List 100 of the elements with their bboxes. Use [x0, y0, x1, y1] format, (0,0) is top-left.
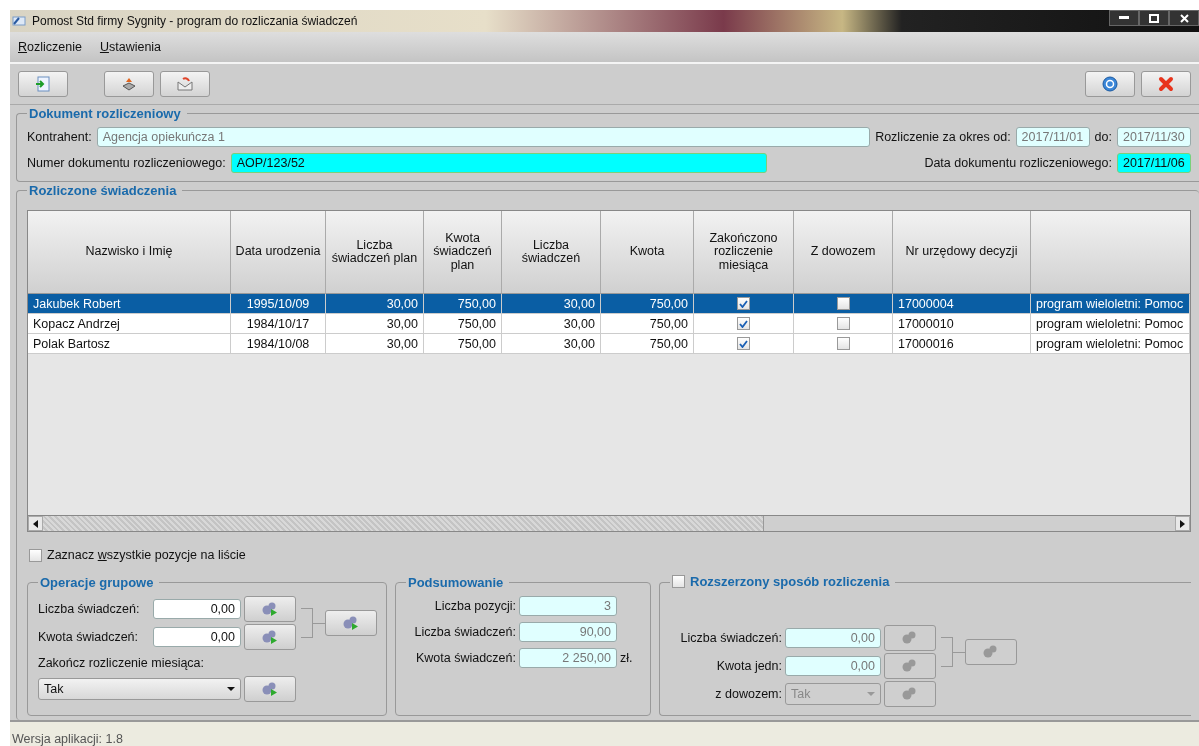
table-cell: program wieloletni: Pomoc [1031, 294, 1190, 314]
table-cell: 17000010 [893, 314, 1031, 334]
checkbox[interactable] [737, 297, 750, 310]
column-header[interactable]: Kwota świadczeń plan [424, 211, 502, 294]
summary-field: 90,00 [519, 622, 617, 642]
apply-button[interactable] [884, 625, 936, 651]
minimize-button[interactable] [1109, 10, 1139, 26]
apply-button[interactable] [244, 596, 296, 622]
table-cell: program wieloletni: Pomoc [1031, 334, 1190, 354]
apply-button[interactable] [965, 639, 1017, 665]
menu-item[interactable]: Rozliczenie [18, 40, 82, 54]
maximize-icon [1149, 13, 1159, 23]
envelope-button[interactable] [160, 71, 210, 97]
column-header[interactable]: Nr urzędowy decyzji [893, 211, 1031, 294]
import-button[interactable] [18, 71, 68, 97]
caret-icon [867, 692, 875, 696]
field-label: Numer dokumentu rozliczeniowego: [27, 156, 226, 170]
table-cell: 30,00 [326, 334, 424, 354]
field-label: Kwota świadczeń: [414, 651, 516, 665]
table-cell: 30,00 [502, 314, 601, 334]
number-field[interactable]: 0,00 [785, 656, 881, 676]
maximize-button[interactable] [1139, 10, 1169, 26]
column-header[interactable]: Liczba świadczeń plan [326, 211, 424, 294]
checkbox[interactable] [836, 317, 850, 330]
left-arrow-icon [33, 519, 38, 528]
table-cell: 1995/10/09 [231, 294, 326, 314]
apply-button[interactable] [244, 676, 296, 702]
checkbox[interactable] [836, 297, 850, 310]
currency-label: zł. [620, 651, 633, 665]
table-cell: Jakubek Robert [28, 294, 231, 314]
table-cell: 30,00 [326, 294, 424, 314]
column-header[interactable]: Zakończono rozliczenie miesiąca [694, 211, 794, 294]
apply-button[interactable] [325, 610, 377, 636]
envelope-icon [177, 76, 193, 92]
field-label: z dowozem: [714, 687, 782, 701]
right-arrow-icon [1180, 519, 1185, 528]
field-label: Liczba świadczeń: [413, 625, 516, 639]
checkbox[interactable] [672, 575, 685, 588]
gear-icon [342, 615, 360, 631]
table-cell: 1984/10/17 [231, 314, 326, 334]
help-button[interactable] [1085, 71, 1135, 97]
table-cell: 750,00 [424, 334, 502, 354]
field-label: Zakończ rozliczenie miesiąca: [38, 656, 206, 670]
apply-button[interactable] [884, 681, 936, 707]
apply-button[interactable] [244, 624, 296, 650]
field-label: do: [1094, 130, 1112, 144]
checkbox[interactable] [836, 337, 850, 350]
column-header[interactable]: Liczba świadczeń [502, 211, 601, 294]
table-cell: 750,00 [601, 294, 694, 314]
scroll-left-button[interactable] [28, 516, 43, 531]
section-title: Rozliczone świadczenia [27, 183, 183, 198]
summary-field: 3 [519, 596, 617, 616]
table-cell: 750,00 [601, 314, 694, 334]
contractor-field[interactable]: Agencja opiekuńcza 1 [96, 127, 871, 147]
summary-field: 2 250,00 [519, 648, 617, 668]
month-select[interactable]: Tak [38, 678, 241, 700]
checkbox[interactable] [737, 317, 750, 330]
checkmark-icon [739, 299, 748, 308]
checkbox[interactable] [29, 548, 42, 562]
checkbox-label[interactable]: Zaznacz wszystkie pozycje na liście [47, 548, 246, 562]
gear-icon [261, 629, 279, 645]
date-field[interactable]: 2017/11/01 [1015, 127, 1090, 147]
scroll-right-button[interactable] [1175, 516, 1190, 531]
table-cell: Polak Bartosz [28, 334, 231, 354]
minimize-icon [1119, 16, 1129, 20]
date-field[interactable]: 2017/11/06 [1117, 153, 1191, 173]
date-field[interactable]: 2017/11/30 [1117, 127, 1191, 147]
checkmark-icon [739, 319, 748, 328]
help-icon [1102, 76, 1118, 92]
print-button[interactable] [104, 71, 154, 97]
table-cell: 17000016 [893, 334, 1031, 354]
table-cell: 30,00 [502, 294, 601, 314]
checkbox[interactable] [737, 337, 750, 350]
table-cell: program wieloletni: Pomoc [1031, 314, 1190, 334]
scrollbar-thumb[interactable] [43, 516, 765, 531]
number-field[interactable]: 0,00 [153, 627, 241, 647]
field-label: Liczba świadczeń: [679, 631, 782, 645]
app-icon [12, 15, 26, 27]
table-cell: 750,00 [424, 314, 502, 334]
number-field[interactable]: 0,00 [785, 628, 881, 648]
section-title: Podsumowanie [406, 575, 510, 590]
section-title: Dokument rozliczeniowy [27, 106, 187, 121]
column-header[interactable]: Kwota [601, 211, 694, 294]
field-label: Data dokumentu rozliczeniowego: [924, 156, 1112, 170]
apply-button[interactable] [884, 653, 936, 679]
column-header[interactable]: Nazwisko i Imię [28, 211, 231, 294]
table-cell: Kopacz Andrzej [28, 314, 231, 334]
table-cell: 17000004 [893, 294, 1031, 314]
section-title: Operacje grupowe [38, 575, 160, 590]
document-number-field[interactable]: AOP/123/52 [230, 153, 767, 173]
field-label: Kwota jedn: [715, 659, 782, 673]
field-label: Kwota świadczeń: [38, 630, 140, 644]
menu-item[interactable]: Ustawienia [99, 40, 162, 54]
close-button[interactable] [1169, 10, 1199, 26]
column-header[interactable]: Data urodzenia [231, 211, 326, 294]
field-label: Liczba świadczeń: [38, 602, 141, 616]
column-header[interactable]: Z dowozem [794, 211, 893, 294]
table-cell: 750,00 [601, 334, 694, 354]
section-title: Rozszerzony sposób rozliczenia [690, 574, 890, 589]
number-field[interactable]: 0,00 [153, 599, 241, 619]
